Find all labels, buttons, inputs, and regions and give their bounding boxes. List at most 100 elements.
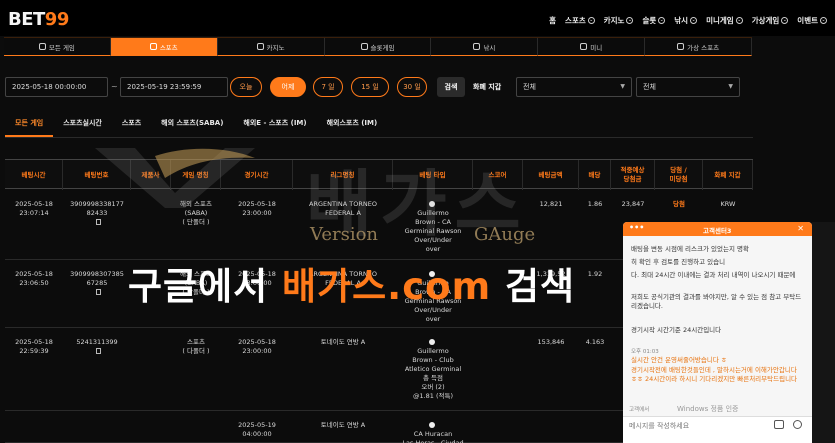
nav-item-label: 슬롯 (642, 16, 657, 25)
period-button[interactable]: 30 일 (397, 77, 427, 97)
category-tab-label: 낚시 (483, 43, 496, 52)
category-tab-label: 모든 게임 (48, 43, 75, 52)
odds: 4.163 (579, 338, 611, 347)
bet-number-line: 67285 (86, 279, 108, 287)
bet-type-line: Las Heras - Ciudad (402, 439, 464, 443)
period-button[interactable]: 15 일 (351, 77, 389, 97)
category-icon (38, 43, 46, 50)
chevron-down-icon: ⌄ (690, 17, 698, 24)
wallet-select[interactable]: 전체 ▼ (516, 77, 632, 97)
category-icon (149, 43, 157, 50)
bet-type: Guillermo Brown - Club Atletico Germinal 총 … (393, 338, 473, 401)
copy-icon[interactable] (95, 348, 101, 354)
bet-number-line: 82433 (86, 209, 108, 217)
odds: 1.92 (579, 270, 611, 279)
watermark-gauge: GAuge (474, 224, 536, 245)
copy-icon[interactable] (95, 219, 101, 225)
chat-input-area[interactable]: 고객에서 Windows 정품 인증 메시지를 작성하세요 (623, 405, 812, 443)
chat-header: ••• 고객센터3 ✕ (623, 222, 812, 236)
game-name-line: ( 다폴더 ) (182, 347, 210, 355)
status-select[interactable]: 전체 ▼ (636, 77, 740, 97)
site-logo[interactable]: BET 99 (8, 8, 69, 30)
date-to-input[interactable]: 2025-05-19 23:59:59 (120, 77, 228, 97)
nav-item-label: 카지노 (603, 16, 625, 25)
bet-number: 5241311399 (63, 338, 131, 356)
chevron-down-icon: ⌄ (658, 17, 666, 24)
period-button[interactable]: 오늘 (230, 77, 262, 97)
subtab-divider (5, 137, 753, 138)
date-from-input[interactable]: 2025-05-18 00:00:00 (5, 77, 108, 97)
bet-time-line: 2025-05-18 22:59:39 (15, 338, 53, 355)
category-tab[interactable]: 미니 (538, 38, 646, 56)
category-tab[interactable]: 가상 스포츠 (645, 38, 753, 56)
subtab[interactable]: 스포츠실시간 (53, 113, 112, 137)
nav-item[interactable]: 낚시 ⌄ (674, 15, 698, 26)
search-button[interactable]: 검색 (437, 77, 465, 97)
nav-item-label: 홈 (549, 16, 557, 25)
league-name: 토네이도 연방 A (293, 421, 393, 430)
period-button[interactable]: 어제 (270, 77, 306, 97)
bet-time: 2025-05-18 23:07:14 (5, 200, 63, 218)
chat-message: 경기시작 시간기준 24시간입니다 (631, 326, 722, 334)
nav-item[interactable]: 슬롯 ⌄ (642, 15, 666, 26)
nav-item[interactable]: 가상게임 ⌄ (752, 15, 789, 26)
game-name-line: 스포츠 (187, 338, 205, 346)
match-time-line: 2025-05-18 (238, 338, 276, 346)
logo-text: BET (8, 8, 45, 30)
league-name-line: 토네이도 연방 A (320, 338, 366, 346)
nav-item[interactable]: 미니게임 ⌄ (706, 15, 743, 26)
nav-item[interactable]: 홈 (549, 15, 556, 26)
odds-line: 1.92 (587, 270, 603, 278)
bet-time: 2025-05-18 23:06:50 (5, 270, 63, 288)
category-icon (473, 43, 481, 50)
chevron-down-icon: ⌄ (587, 17, 595, 24)
game-name-line: (SABA) (184, 209, 208, 217)
category-tabs: 모든 게임 스포츠 카지노 슬롯게임 낚시 미니 가상 스포츠 (4, 37, 753, 56)
chat-messages[interactable]: 배팅을 변동 시점에 리스크가 있었는지 명확 히 확인 후 검토를 진행하고 … (623, 236, 812, 416)
emoji-icon[interactable] (793, 420, 802, 429)
wallet-select-value: 전체 (523, 83, 536, 91)
subtab[interactable]: 해외 스포츠(SABA) (151, 113, 233, 137)
period-button[interactable]: 7 일 (313, 77, 343, 97)
category-icon (677, 43, 685, 50)
support-chat-widget[interactable]: ••• 고객센터3 ✕ 배팅을 변동 시점에 리스크가 있었는지 명확 히 확인… (623, 222, 812, 443)
subtab[interactable]: 모든 게임 (5, 113, 54, 137)
category-tab[interactable]: 모든 게임 (4, 38, 111, 56)
category-tab[interactable]: 슬롯게임 (324, 38, 432, 56)
match-time: 2025-05-19 04:00:00 (221, 421, 293, 439)
banner-suffix: 검색 (491, 265, 576, 308)
result-badge-line: 당첨 (673, 200, 685, 208)
bet-time: 2025-05-18 22:59:39 (5, 338, 63, 356)
category-tab-label: 스포츠 (159, 43, 178, 52)
bet-type-line: Atletico Germinal (404, 365, 462, 373)
league-name-line: 토네이도 연방 A (320, 421, 366, 429)
main-nav: 홈 스포츠 ⌄ 카지노 ⌄ 슬롯 ⌄ 낚시 ⌄ 미니게임 ⌄ 가상게임 ⌄ 이벤트 ⌄ (549, 15, 827, 26)
attach-icon[interactable] (774, 420, 784, 429)
chevron-down-icon: ⌄ (626, 17, 634, 24)
more-icon[interactable]: ••• (629, 223, 644, 232)
nav-item-label: 스포츠 (565, 16, 586, 25)
bet-type-line: @1.81 (적특) (412, 392, 454, 400)
chat-title: 고객센터3 (703, 227, 732, 235)
nav-item[interactable]: 카지노 ⌄ (604, 15, 634, 26)
nav-item[interactable]: 스포츠 ⌄ (565, 15, 595, 26)
odds-line: 1.86 (587, 200, 603, 208)
league-name: 토네이도 연방 A (293, 338, 393, 347)
chevron-down-icon: ⌄ (820, 17, 827, 24)
subtab[interactable]: 해외E - 스포츠 (IM) (233, 113, 316, 137)
copy-icon[interactable] (95, 289, 101, 295)
category-tab[interactable]: 스포츠 (110, 38, 218, 56)
category-tab[interactable]: 낚시 (431, 38, 539, 56)
chat-message-user: 실시간 안건 운영써줄어방습니다 ㅎ (631, 356, 727, 364)
chat-message-input[interactable]: 메시지를 작성하세요 (629, 421, 689, 431)
bet-type-line: over (425, 315, 441, 323)
close-icon[interactable]: ✕ (797, 224, 804, 233)
subtab[interactable]: 해외스포츠 (IM) (317, 113, 388, 137)
odds-line: 4.163 (585, 338, 605, 346)
chat-message: 저희도 공식기관의 결과를 봐야지만, 알 수 있는 점 참고 부탁드리겠습니다… (631, 293, 802, 310)
banner-prefix: 구글에서 (128, 265, 283, 308)
result-badge: 당첨 (655, 200, 703, 209)
category-tab[interactable]: 카지노 (217, 38, 325, 56)
subtab[interactable]: 스포츠 (112, 113, 151, 137)
nav-item[interactable]: 이벤트 ⌄ (797, 15, 827, 26)
